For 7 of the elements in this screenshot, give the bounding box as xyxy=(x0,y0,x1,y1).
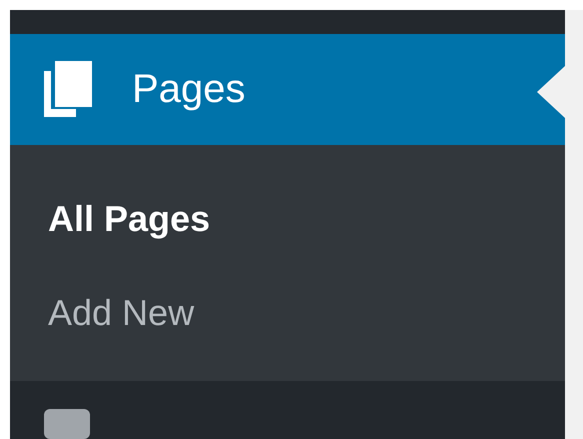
submenu-link[interactable]: All Pages xyxy=(48,200,210,237)
submenu-link[interactable]: Add New xyxy=(48,294,194,331)
menu-label: Pages xyxy=(132,69,246,110)
pages-icon xyxy=(44,59,92,120)
menu-icon xyxy=(44,409,90,439)
current-arrow-icon xyxy=(537,66,565,118)
menu-item[interactable]: Pages xyxy=(10,34,565,145)
